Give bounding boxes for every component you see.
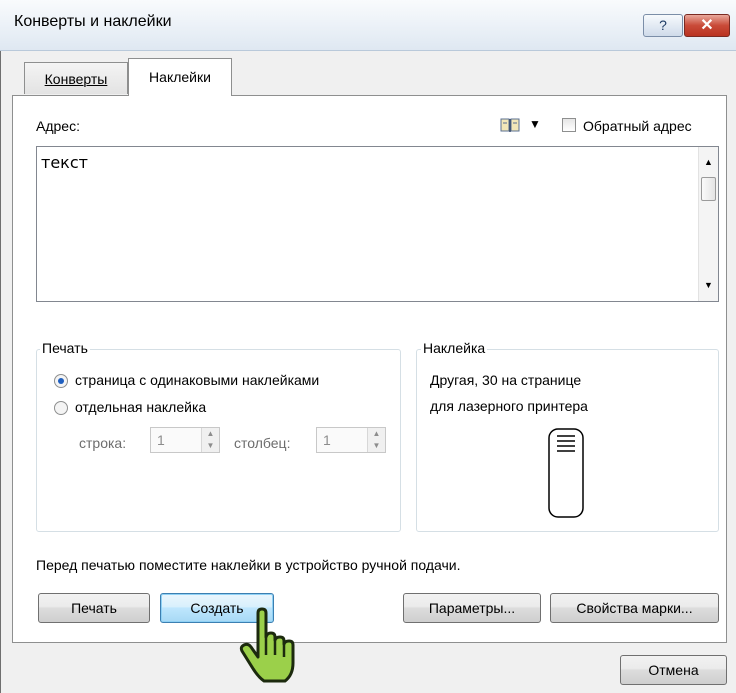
- label-preview-icon: [548, 428, 584, 518]
- print-button[interactable]: Печать: [38, 593, 150, 623]
- address-textarea[interactable]: текст ▲ ▼: [36, 146, 719, 302]
- scroll-down-icon[interactable]: ▼: [704, 280, 713, 290]
- address-text: текст: [41, 153, 88, 172]
- radio-full-page[interactable]: [54, 374, 68, 388]
- radio-single-label-text[interactable]: отдельная наклейка: [75, 399, 206, 415]
- column-spinner[interactable]: 1 ▲ ▼: [316, 427, 386, 453]
- scroll-up-icon[interactable]: ▲: [704, 157, 713, 167]
- column-spin-arrows[interactable]: ▲ ▼: [367, 428, 385, 452]
- row-spinner[interactable]: 1 ▲ ▼: [150, 427, 220, 453]
- row-value: 1: [157, 432, 165, 448]
- hand-cursor-icon: [238, 607, 298, 685]
- label-group-title: Наклейка: [421, 340, 488, 356]
- help-button[interactable]: ?: [643, 14, 683, 37]
- tab-envelopes[interactable]: Конверты: [24, 62, 128, 94]
- scroll-thumb[interactable]: [701, 177, 716, 201]
- label-description-line1: Другая, 30 на странице: [430, 372, 582, 388]
- title-bar: Конверты и наклейки ? ✕: [0, 0, 736, 51]
- label-description-line2: для лазерного принтера: [430, 398, 588, 414]
- column-value: 1: [323, 432, 331, 448]
- chevron-down-icon[interactable]: ▼: [529, 117, 541, 131]
- address-book-icon[interactable]: [500, 117, 520, 133]
- return-address-label: Обратный адрес: [583, 118, 692, 134]
- column-label: столбец:: [234, 435, 291, 451]
- stamp-properties-button[interactable]: Свойства марки...: [550, 593, 719, 623]
- stamp-properties-button-label: Свойства марки...: [576, 600, 693, 616]
- print-button-label: Печать: [71, 600, 117, 616]
- address-label: Адрес:: [36, 118, 80, 134]
- feed-hint-text: Перед печатью поместите наклейки в устро…: [36, 557, 461, 573]
- print-group-title: Печать: [40, 340, 90, 356]
- cancel-button[interactable]: Отмена: [620, 655, 727, 685]
- create-button-label: Создать: [190, 600, 244, 616]
- row-label: строка:: [79, 435, 127, 451]
- cancel-button-label: Отмена: [648, 662, 699, 678]
- tab-labels-label: Наклейки: [149, 69, 211, 85]
- tab-envelopes-label: Конверты: [44, 71, 108, 87]
- window-title: Конверты и наклейки: [14, 13, 172, 30]
- close-button[interactable]: ✕: [684, 14, 730, 37]
- return-address-checkbox[interactable]: [562, 118, 576, 132]
- options-button-label: Параметры...: [428, 600, 516, 616]
- radio-full-page-label[interactable]: страница с одинаковыми наклейками: [75, 372, 319, 388]
- tab-labels[interactable]: Наклейки: [128, 58, 232, 96]
- radio-single-label[interactable]: [54, 401, 68, 415]
- address-scrollbar[interactable]: ▲ ▼: [698, 147, 718, 301]
- options-button[interactable]: Параметры...: [403, 593, 541, 623]
- row-spin-arrows[interactable]: ▲ ▼: [201, 428, 219, 452]
